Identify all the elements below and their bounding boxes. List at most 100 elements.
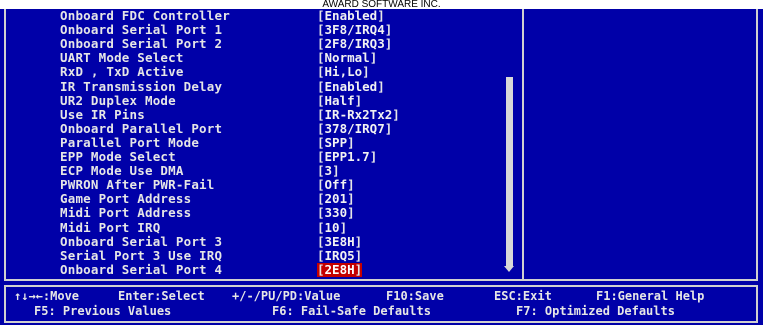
scroll-down-arrow-icon[interactable] bbox=[504, 266, 514, 272]
bracket-left: [ bbox=[317, 233, 325, 249]
setting-row[interactable]: Onboard Parallel Port [378/IRQ7] bbox=[6, 120, 516, 136]
key-help-bar: ↑↓→←:Move Enter:Select +/-/PU/PD:Value F… bbox=[4, 285, 758, 323]
setting-label: Onboard Parallel Port bbox=[60, 120, 223, 136]
setting-value-text: Half bbox=[324, 92, 355, 108]
help-optimized-defaults: F7: Optimized Defaults bbox=[516, 304, 675, 318]
bracket-left: [ bbox=[317, 247, 325, 263]
setting-row[interactable]: Onboard Serial Port 3 [3E8H] bbox=[6, 233, 516, 249]
setting-value-text: 3F8/IRQ4 bbox=[324, 22, 385, 38]
bracket-left: [ bbox=[317, 134, 325, 150]
setting-value[interactable]: [2F8/IRQ3] bbox=[317, 37, 392, 51]
setting-value-text: Normal bbox=[324, 50, 370, 66]
setting-value[interactable]: [330] bbox=[317, 206, 355, 220]
setting-row[interactable]: ECP Mode Use DMA [3] bbox=[6, 164, 516, 178]
setting-value[interactable]: [Enabled] bbox=[317, 9, 385, 23]
help-select: Enter:Select bbox=[118, 289, 205, 303]
setting-value[interactable]: [2E8H] bbox=[317, 261, 363, 277]
scrollbar-thumb[interactable] bbox=[506, 77, 513, 267]
setting-value[interactable]: [3E8H] bbox=[317, 233, 363, 249]
bracket-right: ] bbox=[354, 92, 363, 108]
setting-label: EPP Mode Select bbox=[60, 149, 176, 164]
setting-value-text: IR-Rx2Tx2 bbox=[324, 106, 393, 122]
bracket-right: ] bbox=[354, 233, 363, 249]
bracket-right: ] bbox=[369, 149, 378, 164]
setting-label: Onboard FDC Controller bbox=[60, 8, 230, 23]
setting-value-text: 378/IRQ7 bbox=[324, 120, 385, 136]
setting-value[interactable]: [EPP1.7] bbox=[317, 150, 377, 164]
setting-value[interactable]: [3] bbox=[317, 164, 340, 178]
setting-label: Onboard Serial Port 3 bbox=[60, 233, 223, 249]
bracket-left: [ bbox=[317, 22, 325, 38]
setting-value-text: 201 bbox=[324, 191, 348, 207]
bracket-left: [ bbox=[317, 191, 325, 207]
bracket-right: ] bbox=[392, 106, 400, 122]
bracket-left: [ bbox=[317, 64, 325, 80]
setting-row[interactable]: Game Port Address [201] bbox=[6, 192, 516, 206]
setting-value-text: IRQ5 bbox=[324, 247, 355, 263]
setting-row[interactable]: RxD , TxD Active [Hi,Lo] bbox=[6, 65, 516, 79]
bracket-right: ] bbox=[347, 177, 355, 193]
setting-value[interactable]: [IRQ5] bbox=[317, 247, 362, 263]
setting-row[interactable]: PWRON After PWR-Fail [Off] bbox=[6, 178, 516, 192]
setting-row[interactable]: Onboard FDC Controller [Enabled] bbox=[6, 9, 516, 23]
setting-value-text: Enabled bbox=[324, 8, 378, 23]
setting-row[interactable]: Midi Port Address [330] bbox=[6, 206, 516, 220]
setting-value[interactable]: [3F8/IRQ4] bbox=[317, 23, 392, 37]
bracket-right: ] bbox=[354, 261, 363, 277]
bracket-left: [ bbox=[317, 163, 325, 179]
bracket-right: ] bbox=[362, 64, 370, 80]
setting-label: Midi Port IRQ bbox=[60, 219, 161, 235]
help-failsafe-defaults: F6: Fail-Safe Defaults bbox=[272, 304, 431, 318]
bracket-left: [ bbox=[317, 261, 325, 277]
setting-row[interactable]: EPP Mode Select [EPP1.7] bbox=[6, 150, 516, 164]
setting-label: Game Port Address bbox=[60, 191, 192, 207]
help-previous-values: F5: Previous Values bbox=[34, 304, 172, 318]
setting-value-text: Off bbox=[324, 177, 348, 193]
setting-row[interactable]: Onboard Serial Port 2 [2F8/IRQ3] bbox=[6, 37, 516, 51]
setting-label: ECP Mode Use DMA bbox=[60, 163, 184, 179]
scrollbar[interactable] bbox=[504, 13, 516, 279]
setting-label: Parallel Port Mode bbox=[60, 134, 200, 150]
bracket-right: ] bbox=[347, 205, 355, 221]
setting-row[interactable]: IR Transmission Delay [Enabled] bbox=[6, 78, 516, 94]
setting-value[interactable]: [201] bbox=[317, 192, 355, 206]
help-value: +/-/PU/PD:Value bbox=[232, 289, 341, 303]
help-move: ↑↓→←:Move bbox=[14, 289, 80, 303]
setting-row[interactable]: Onboard Serial Port 4 [2E8H] bbox=[6, 261, 516, 277]
setting-value[interactable]: [378/IRQ7] bbox=[317, 120, 393, 136]
setting-value[interactable]: [IR-Rx2Tx2] bbox=[317, 106, 400, 122]
setting-row[interactable]: Serial Port 3 Use IRQ [IRQ5] bbox=[6, 247, 516, 263]
setting-row[interactable]: UART Mode Select [Normal] bbox=[6, 51, 516, 65]
setting-value[interactable]: [SPP] bbox=[317, 134, 355, 150]
item-help-divider bbox=[522, 9, 524, 281]
setting-row[interactable]: UR2 Duplex Mode [Half] bbox=[6, 92, 516, 108]
setting-value-text: 3E8H bbox=[324, 233, 355, 249]
setting-value-text: 10 bbox=[324, 219, 340, 235]
setting-value[interactable]: [Normal] bbox=[317, 51, 377, 65]
bracket-left: [ bbox=[317, 92, 325, 108]
bracket-left: [ bbox=[317, 8, 325, 23]
setting-value[interactable]: [10] bbox=[317, 219, 347, 235]
bracket-left: [ bbox=[317, 106, 325, 122]
bracket-left: [ bbox=[317, 78, 325, 94]
setting-value[interactable]: [Hi,Lo] bbox=[317, 65, 370, 79]
setting-value[interactable]: [Half] bbox=[317, 92, 363, 108]
setting-row[interactable]: Midi Port IRQ [10] bbox=[6, 219, 516, 235]
setting-value-text: 2F8/IRQ3 bbox=[324, 36, 385, 52]
setting-label: Use IR Pins bbox=[60, 106, 145, 122]
setting-label: UART Mode Select bbox=[60, 50, 184, 66]
setting-label: Serial Port 3 Use IRQ bbox=[60, 247, 223, 263]
setting-label: Onboard Serial Port 2 bbox=[60, 36, 223, 52]
setting-row[interactable]: Parallel Port Mode [SPP] bbox=[6, 134, 516, 150]
setting-label: Onboard Serial Port 1 bbox=[60, 22, 223, 38]
setting-label: PWRON After PWR-Fail bbox=[60, 177, 215, 193]
setting-value[interactable]: [Off] bbox=[317, 178, 355, 192]
bracket-left: [ bbox=[317, 205, 325, 221]
setting-row[interactable]: Use IR Pins [IR-Rx2Tx2] bbox=[6, 106, 516, 122]
setting-row[interactable]: Onboard Serial Port 1 [3F8/IRQ4] bbox=[6, 23, 516, 37]
setting-value[interactable]: [Enabled] bbox=[317, 78, 385, 94]
help-general: F1:General Help bbox=[596, 289, 705, 303]
bracket-left: [ bbox=[317, 149, 325, 164]
bracket-right: ] bbox=[347, 191, 355, 207]
bracket-right: ] bbox=[384, 120, 393, 136]
